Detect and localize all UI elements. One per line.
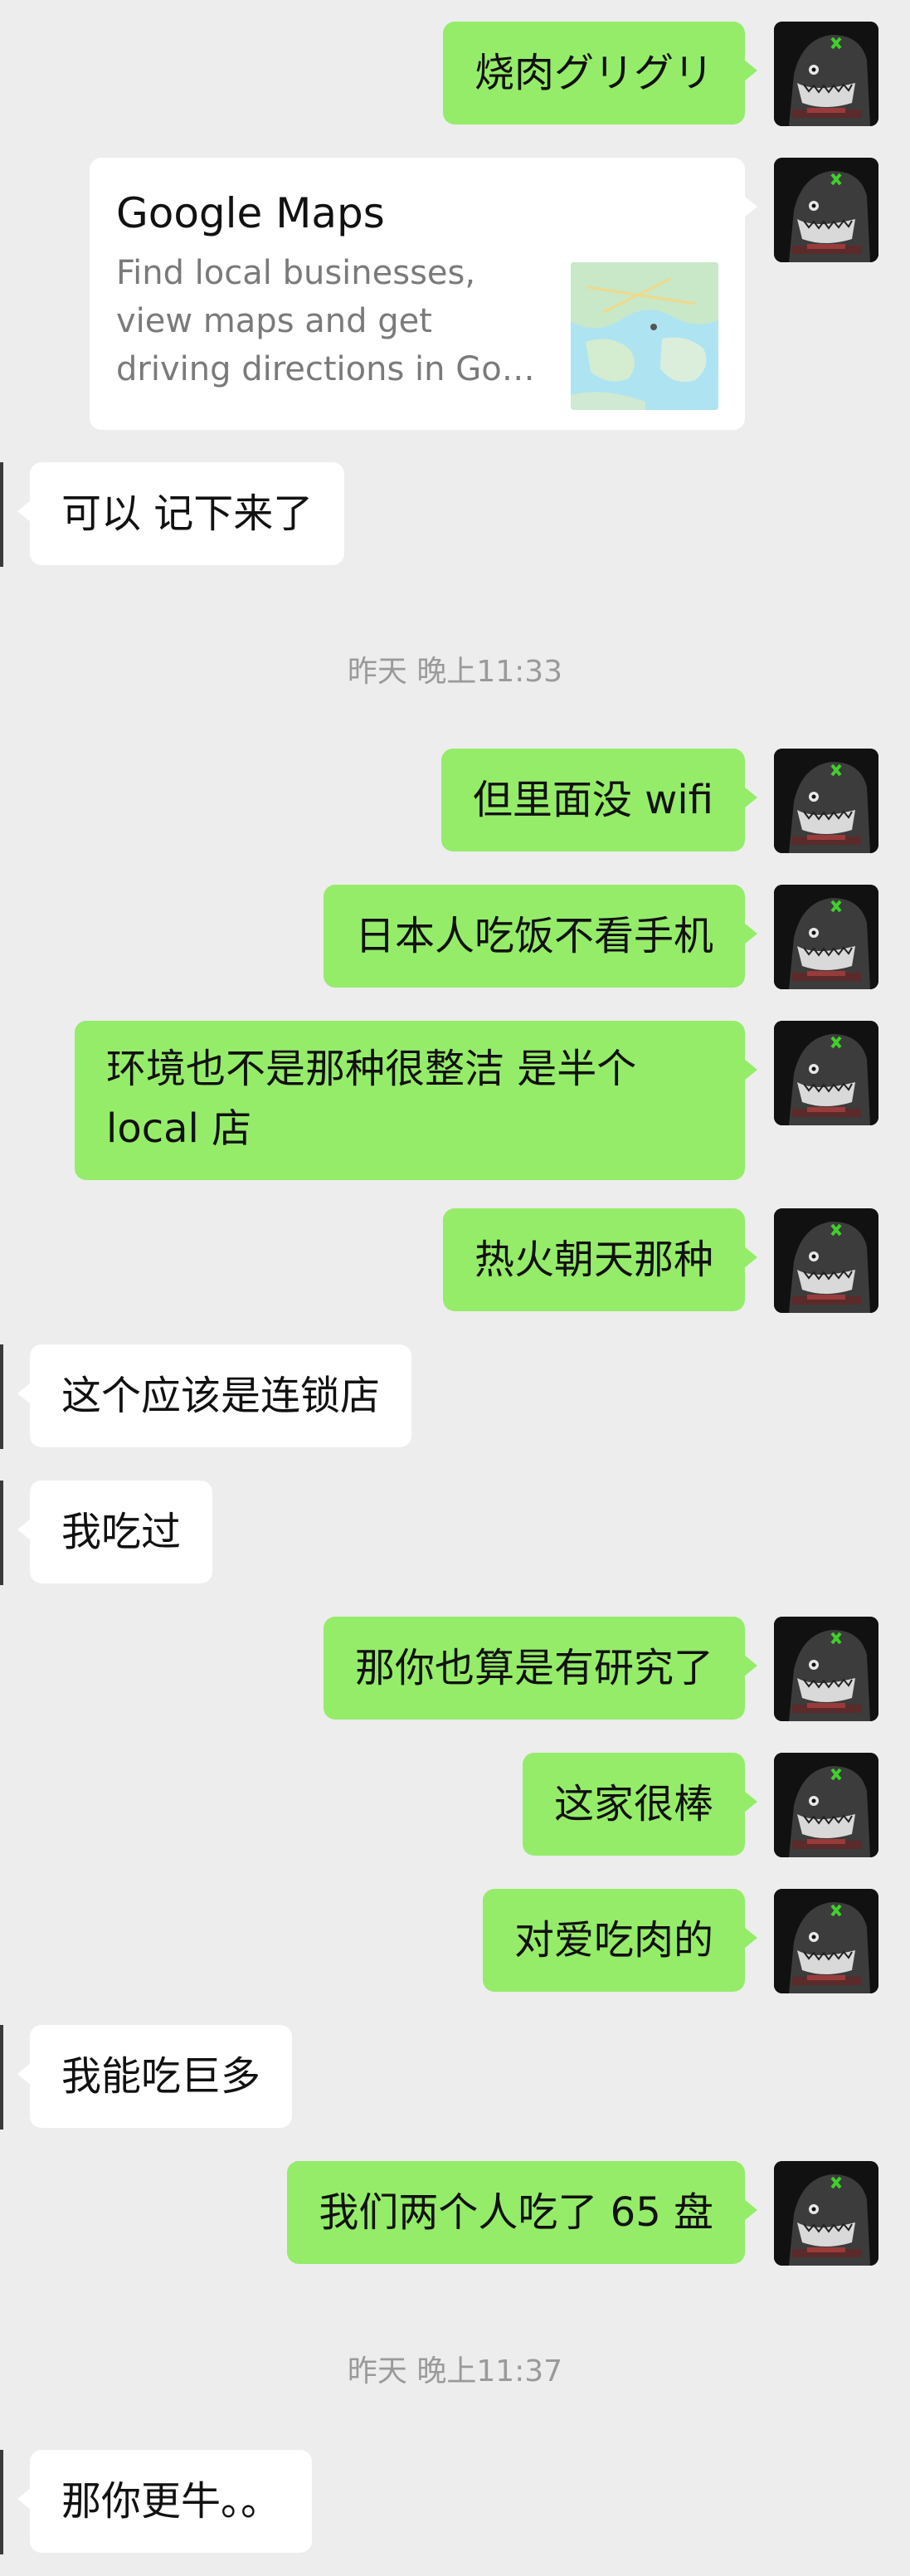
link-card-desc-line: driving directions in Go… — [116, 350, 535, 388]
shark-avatar-icon[interactable] — [774, 2161, 878, 2266]
message-bubble-outgoing[interactable]: 烧肉グリグリ — [442, 22, 758, 124]
contact-avatar[interactable] — [0, 2450, 3, 2554]
timestamp: 昨天 晚上11:33 — [347, 655, 563, 689]
link-card-description: Find local businesses, view maps and get… — [116, 249, 539, 393]
message-bubble-outgoing[interactable]: 环境也不是那种很整洁 是半个 local 店 — [75, 1021, 757, 1180]
link-card[interactable]: Google Maps Find local businesses, view … — [90, 158, 757, 430]
message-bubble-outgoing[interactable]: 但里面没 wifi — [440, 749, 758, 851]
shark-avatar-icon[interactable] — [774, 22, 878, 126]
link-card-desc-line: view maps and get — [116, 302, 432, 340]
contact-avatar[interactable] — [0, 2025, 3, 2130]
message-bubble-outgoing[interactable]: 那你也算是有研究了 — [323, 1617, 758, 1720]
message-bubble-outgoing[interactable]: 日本人吃饭不看手机 — [323, 885, 758, 988]
contact-avatar[interactable] — [0, 1344, 3, 1449]
timestamp: 昨天 晚上11:37 — [347, 2354, 563, 2388]
message-bubble-incoming[interactable]: 可以 记下来了 — [17, 462, 345, 565]
message-bubble-incoming[interactable]: 我能吃巨多 — [17, 2025, 293, 2128]
contact-avatar[interactable] — [0, 1481, 3, 1585]
link-card-title: Google Maps — [116, 189, 385, 237]
shark-avatar-icon[interactable] — [774, 1021, 878, 1125]
link-card-desc-line: Find local businesses, — [116, 254, 476, 292]
message-bubble-outgoing[interactable]: 对爱吃肉的 — [482, 1889, 758, 1992]
message-bubble-incoming[interactable]: 我吃过 — [17, 1481, 213, 1583]
shark-avatar-icon[interactable] — [774, 1208, 878, 1313]
shark-avatar-icon[interactable] — [774, 885, 878, 989]
chat-window: 烧肉グリグリ Google Maps Find local businesses… — [0, 0, 910, 2576]
message-text-line: 环境也不是那种很整洁 是半个 — [106, 1046, 637, 1092]
message-bubble-outgoing[interactable]: 我们两个人吃了 65 盘 — [287, 2161, 757, 2264]
message-bubble-incoming[interactable]: 那你更牛。。 — [17, 2450, 313, 2553]
message-bubble-outgoing[interactable]: 热火朝天那种 — [442, 1208, 758, 1311]
message-text-line: local 店 — [106, 1105, 252, 1152]
shark-avatar-icon[interactable] — [774, 749, 878, 853]
shark-avatar-icon[interactable] — [774, 1889, 878, 1993]
message-bubble-outgoing[interactable]: 这家很棒 — [522, 1753, 758, 1856]
shark-avatar-icon[interactable] — [774, 1753, 878, 1857]
contact-avatar[interactable] — [0, 462, 3, 567]
shark-avatar-icon[interactable] — [774, 1617, 878, 1721]
message-bubble-incoming[interactable]: 这个应该是连锁店 — [17, 1344, 412, 1447]
shark-avatar-icon[interactable] — [774, 158, 878, 262]
map-thumbnail-icon — [571, 262, 718, 410]
